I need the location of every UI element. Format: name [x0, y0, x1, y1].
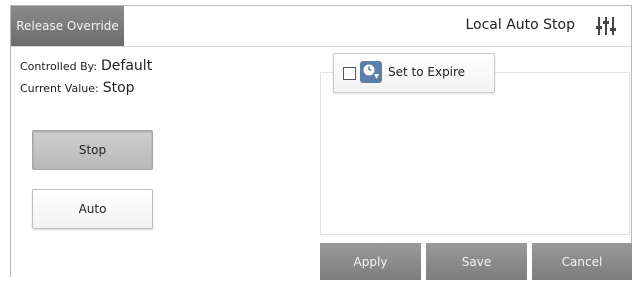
- set-to-expire-toggle[interactable]: Set to Expire: [333, 53, 495, 93]
- current-value-value: Stop: [102, 80, 135, 96]
- controlled-by-row: Controlled By: Default: [20, 58, 152, 74]
- page-title: Local Auto Stop: [465, 17, 575, 33]
- set-to-expire-label: Set to Expire: [388, 65, 466, 79]
- controlled-by-value: Default: [101, 58, 153, 74]
- expire-panel: [320, 72, 630, 235]
- sliders-icon[interactable]: [595, 15, 617, 37]
- stop-button[interactable]: Stop: [32, 130, 153, 170]
- cancel-button[interactable]: Cancel: [532, 243, 632, 280]
- expire-checkbox[interactable]: [343, 67, 356, 80]
- current-value-row: Current Value: Stop: [20, 80, 135, 96]
- clock-icon: [360, 61, 382, 83]
- release-override-button[interactable]: Release Override: [11, 6, 124, 46]
- current-value-label: Current Value:: [20, 82, 99, 95]
- controlled-by-label: Controlled By:: [20, 60, 98, 73]
- auto-button[interactable]: Auto: [32, 189, 153, 229]
- header-bar: Release Override Local Auto Stop: [11, 6, 631, 47]
- apply-button[interactable]: Apply: [320, 243, 421, 280]
- save-button[interactable]: Save: [426, 243, 527, 280]
